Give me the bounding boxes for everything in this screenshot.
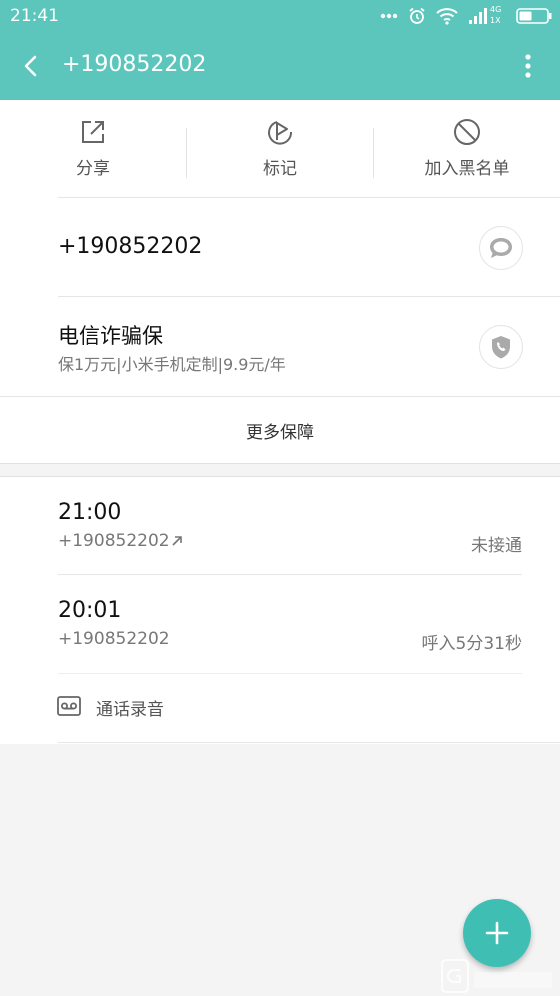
status-time: 21:41: [10, 6, 59, 26]
overflow-menu-icon[interactable]: [520, 52, 536, 80]
status-bar: 21:41 4G 1X: [0, 0, 560, 32]
share-icon: [82, 121, 104, 143]
mark-label: 标记: [263, 159, 297, 179]
plus-icon: [485, 921, 509, 945]
insurance-title: 电信诈骗保: [58, 324, 163, 348]
signal-icon: [469, 8, 487, 24]
call-time: 21:00: [58, 500, 122, 525]
call-record[interactable]: 20:01 +190852202 呼入5分31秒: [0, 575, 560, 673]
divider: [58, 742, 560, 743]
watermark-logo: [441, 959, 552, 993]
call-recording-label: 通话录音: [96, 700, 164, 720]
recording-icon: [57, 696, 81, 716]
call-status: 呼入5分31秒: [421, 634, 522, 654]
block-label: 加入黑名单: [424, 159, 510, 179]
share-label: 分享: [76, 159, 110, 179]
contact-phone: +190852202: [58, 234, 203, 259]
battery-icon: [516, 8, 552, 24]
page-title: +190852202: [62, 52, 207, 77]
call-history: 21:00 +190852202 未接通 20:01 +190852202 呼入…: [0, 476, 560, 744]
add-button[interactable]: [463, 899, 531, 967]
call-time: 20:01: [58, 598, 122, 623]
send-message-button[interactable]: [479, 226, 523, 270]
alarm-icon: [409, 7, 425, 24]
divider: [58, 197, 560, 198]
share-button[interactable]: 分享: [0, 100, 186, 197]
insurance-subtitle: 保1万元|小米手机定制|9.9元/年: [58, 355, 286, 374]
block-button[interactable]: 加入黑名单: [374, 100, 560, 197]
call-number: +190852202: [58, 531, 170, 551]
network-type-bottom: 1X: [490, 16, 501, 25]
more-dots-icon: [380, 13, 398, 19]
divider: [58, 296, 560, 297]
insurance-button[interactable]: [479, 325, 523, 369]
action-bar: 分享 标记 加入黑名单: [0, 100, 560, 197]
status-icons: 4G 1X: [380, 5, 552, 27]
call-record[interactable]: 21:00 +190852202 未接通: [0, 476, 560, 574]
message-icon: [490, 238, 512, 258]
network-type-top: 4G: [490, 5, 502, 14]
call-recording-row[interactable]: 通话录音: [0, 674, 560, 742]
divider: [0, 396, 560, 397]
call-number: +190852202: [58, 629, 170, 649]
flag-icon: [268, 121, 293, 145]
outgoing-arrow-icon: [172, 536, 182, 546]
cellular-signal: 4G 1X: [468, 5, 506, 27]
back-arrow-icon[interactable]: [18, 52, 46, 80]
wifi-icon: [436, 8, 458, 25]
contact-card: 分享 标记 加入黑名单 +190852202 电信诈骗保 保1万元|小米手机定制…: [0, 100, 560, 464]
block-icon: [454, 119, 480, 145]
more-protection-link[interactable]: 更多保障: [0, 418, 560, 443]
call-status: 未接通: [471, 536, 522, 556]
app-bar: +190852202: [0, 32, 560, 100]
mark-button[interactable]: 标记: [187, 100, 373, 197]
divider: [0, 463, 560, 464]
shield-phone-icon: [492, 336, 510, 359]
